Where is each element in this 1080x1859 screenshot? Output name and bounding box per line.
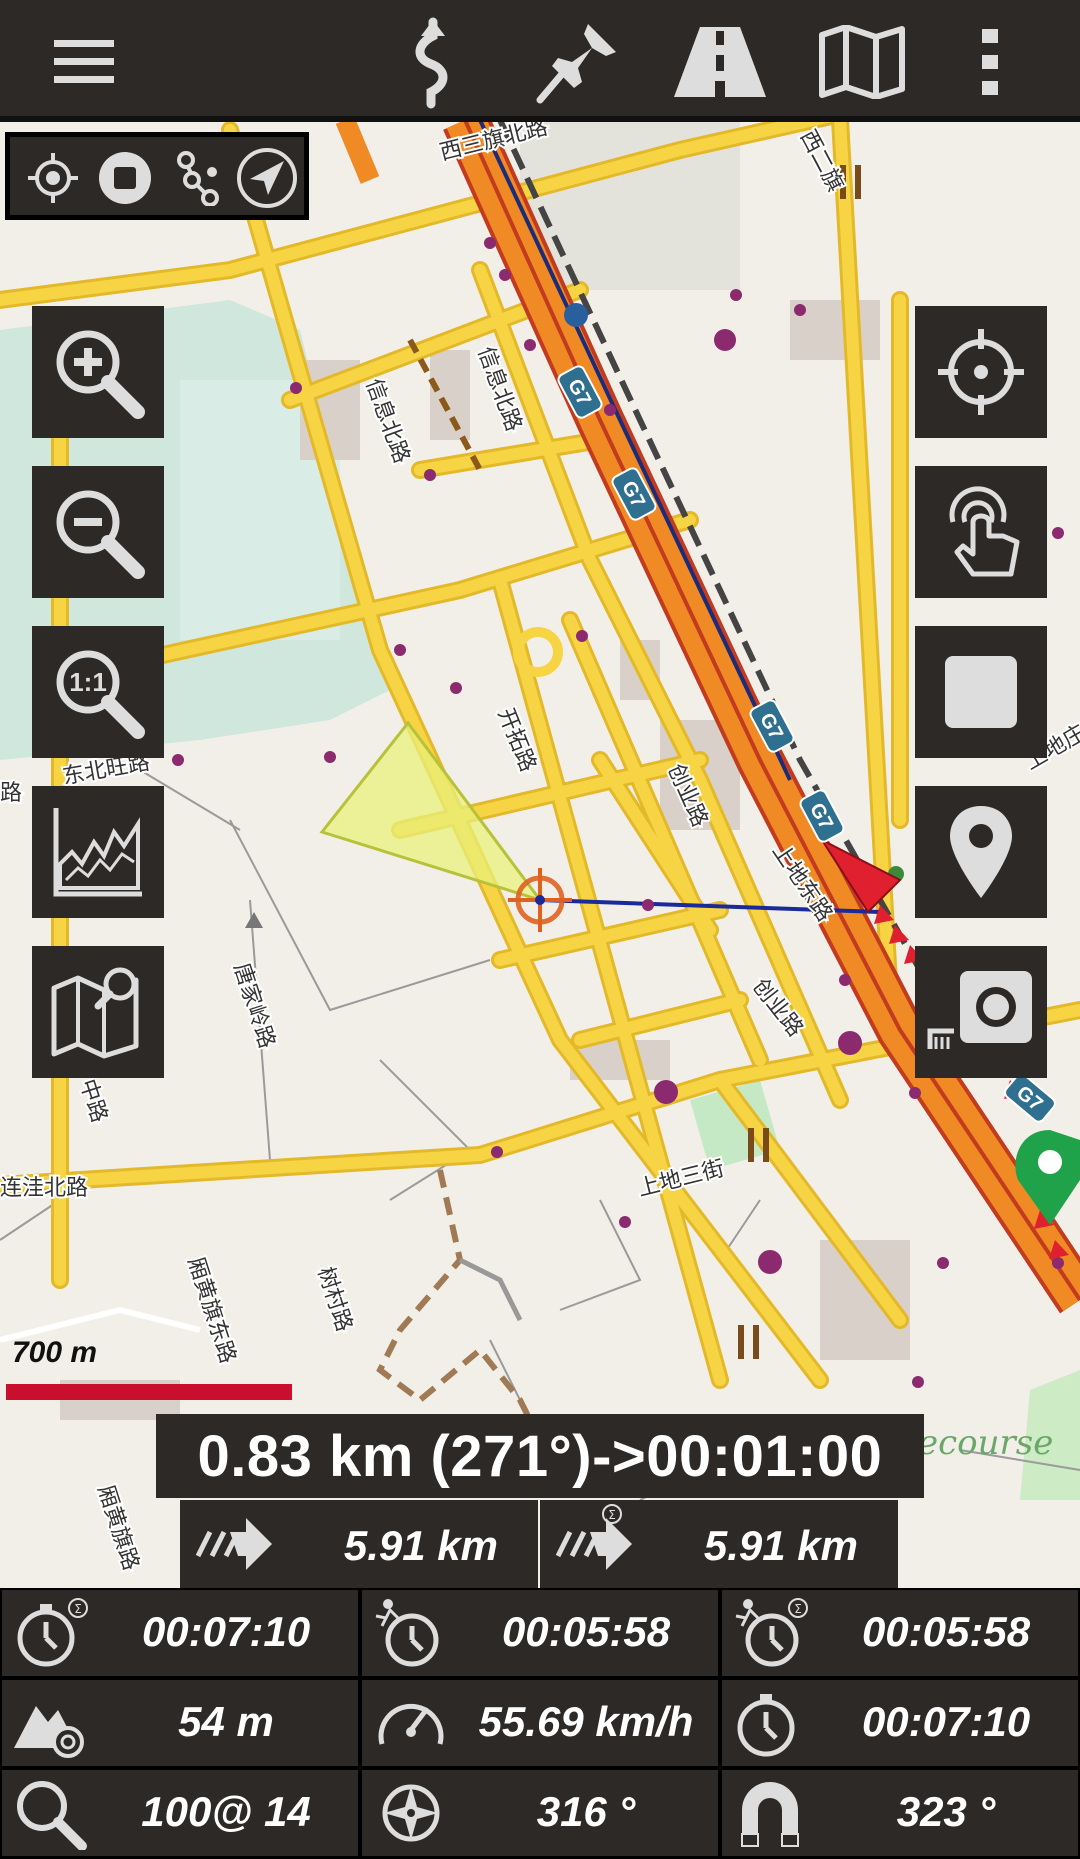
scale-label: 700 m [12, 1336, 98, 1369]
moving-time-icon [375, 1599, 439, 1667]
stat-value: 54 m [178, 1698, 274, 1745]
compass-icon [382, 1784, 440, 1842]
stopwatch-sum-icon: Σ [17, 1598, 88, 1667]
distance-total-cell[interactable]: Σ 5.91 km [540, 1500, 898, 1588]
stat-moving-time-total[interactable]: Σ 00:05:58 [722, 1590, 1078, 1676]
svg-text:Σ: Σ [608, 1508, 616, 1522]
elevation-chart-button[interactable] [32, 786, 164, 918]
zoom-level-icon [17, 1781, 87, 1850]
map-search-icon [51, 967, 139, 1059]
zoom-1-1-icon: 1:1 [56, 650, 145, 739]
road-label: 路 [0, 781, 22, 806]
stat-value: 100@ 14 [141, 1788, 311, 1835]
stat-total-time[interactable]: Σ 00:07:10 [2, 1590, 358, 1676]
elevation-chart-icon [53, 808, 142, 897]
distance-total-value: 5.91 km [703, 1522, 858, 1569]
road-label: 连洼北路 [0, 1176, 88, 1201]
distance-value: 5.91 km [343, 1522, 498, 1569]
location-pin-button[interactable] [915, 786, 1047, 918]
hamburger-menu-icon[interactable] [36, 14, 132, 110]
zoom-1-1-label: 1:1 [69, 667, 107, 697]
zoom-1-1-button[interactable]: 1:1 [32, 626, 164, 758]
stat-value: 323 ° [896, 1788, 996, 1835]
moving-time-sum-icon: Σ [735, 1598, 808, 1667]
center-position-button[interactable] [915, 306, 1047, 438]
zoom-in-button[interactable] [32, 306, 164, 438]
direction-arrow-sum-icon: Σ [555, 1504, 632, 1570]
stop-record-button[interactable] [915, 626, 1047, 758]
stat-value: 00:07:10 [141, 1608, 311, 1655]
stat-magnetic[interactable]: 323 ° [722, 1770, 1078, 1856]
top-toolbar [0, 0, 1080, 122]
park-label: ecourse [918, 1423, 1053, 1463]
speedometer-icon [378, 1703, 444, 1745]
stat-zoom[interactable]: 100@ 14 [2, 1770, 358, 1856]
stop-icon[interactable] [94, 147, 156, 209]
more-vertical-icon[interactable] [960, 14, 1020, 110]
stopwatch-icon [737, 1694, 795, 1757]
road-icon[interactable] [672, 14, 768, 110]
stat-value: 00:07:10 [861, 1698, 1031, 1745]
svg-text:Σ: Σ [74, 1602, 82, 1616]
stat-value: 55.69 km/h [478, 1698, 694, 1745]
gps-target-icon[interactable] [22, 147, 84, 209]
distance-to-target-cell[interactable]: 5.91 km [180, 1500, 538, 1588]
stat-value: 316 ° [536, 1788, 636, 1835]
map-icon[interactable] [814, 14, 910, 110]
touch-mode-button[interactable] [915, 466, 1047, 598]
scale-bar [6, 1384, 292, 1400]
zoom-out-icon [56, 490, 145, 579]
direction-arrow-icon [195, 1518, 272, 1570]
stat-heading[interactable]: 316 ° [362, 1770, 718, 1856]
stop-record-icon [945, 656, 1017, 728]
camera-icon [927, 971, 1032, 1049]
stat-moving-time[interactable]: 00:05:58 [362, 1590, 718, 1676]
stat-speed[interactable]: 55.69 km/h [362, 1680, 718, 1766]
stat-altitude[interactable]: 54 m [2, 1680, 358, 1766]
distance-to-target[interactable]: 0.83 km (271°)->00:01:00 [156, 1414, 924, 1498]
zoom-in-icon [56, 330, 145, 419]
zoom-out-button[interactable] [32, 466, 164, 598]
svg-text:Σ: Σ [794, 1602, 802, 1616]
route-icon[interactable] [384, 14, 480, 110]
center-crosshair-icon [938, 329, 1024, 415]
location-pin-icon [950, 806, 1012, 898]
map-search-button[interactable] [32, 946, 164, 1078]
track-nodes-icon[interactable] [166, 147, 228, 209]
stat-value: 00:05:58 [861, 1608, 1031, 1655]
altitude-icon [14, 1706, 84, 1758]
tracking-toolbar [5, 132, 309, 220]
stats-panel: Σ 00:07:10 00:05:58 Σ 00:05:58 54 m 55.6… [0, 1588, 1080, 1859]
stat-value: 00:05:58 [501, 1608, 671, 1655]
pushpin-icon[interactable] [530, 14, 626, 110]
magnet-icon [741, 1782, 799, 1847]
navigate-arrow-icon[interactable] [236, 147, 298, 209]
touch-icon [949, 486, 1020, 577]
camera-button[interactable] [915, 946, 1047, 1078]
stat-time[interactable]: 00:07:10 [722, 1680, 1078, 1766]
